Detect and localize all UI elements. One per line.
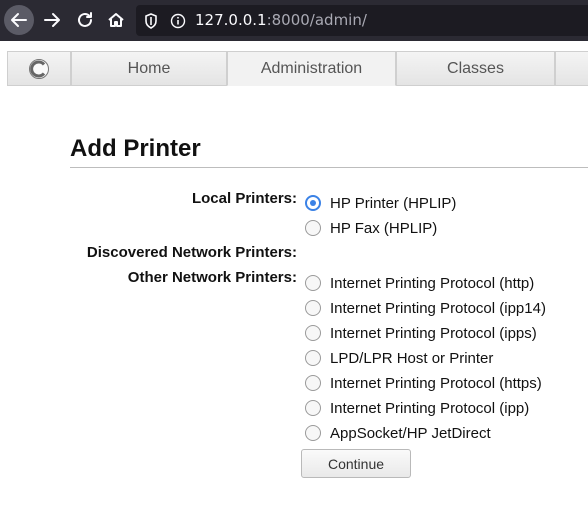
cups-logo[interactable] xyxy=(7,51,71,86)
option-label: Internet Printing Protocol (ipp14) xyxy=(330,299,546,317)
arrow-left-icon xyxy=(11,13,27,27)
cups-tabbar: Home Administration Classes xyxy=(0,51,588,86)
option-label: Internet Printing Protocol (http) xyxy=(330,274,535,292)
tab-classes[interactable]: Classes xyxy=(396,51,555,86)
title-divider xyxy=(70,167,588,168)
home-icon xyxy=(108,13,124,27)
cups-logo-icon xyxy=(29,58,49,79)
info-icon[interactable] xyxy=(170,5,186,36)
option-label: Internet Printing Protocol (https) xyxy=(330,374,542,392)
printer-option-ipp[interactable]: Internet Printing Protocol (ipp) xyxy=(305,398,529,418)
forward-button[interactable] xyxy=(37,5,67,35)
tab-administration[interactable]: Administration xyxy=(227,51,396,86)
other-printers-label: Other Network Printers: xyxy=(127,269,297,286)
radio-button[interactable] xyxy=(305,275,321,291)
back-button[interactable] xyxy=(4,5,34,35)
radio-button[interactable] xyxy=(305,400,321,416)
radio-button[interactable] xyxy=(305,425,321,441)
tracking-shield-icon[interactable] xyxy=(144,5,158,36)
local-printers-label: Local Printers: xyxy=(191,190,297,207)
radio-button[interactable] xyxy=(305,350,321,366)
url-path: :8000/admin/ xyxy=(266,11,367,29)
url-host: 127.0.0.1 xyxy=(195,11,267,29)
home-button[interactable] xyxy=(101,5,131,35)
option-label: Internet Printing Protocol (ipps) xyxy=(330,324,537,342)
continue-button[interactable]: Continue xyxy=(301,449,411,478)
option-label: AppSocket/HP JetDirect xyxy=(330,424,491,442)
option-label: LPD/LPR Host or Printer xyxy=(330,349,494,367)
discovered-printers-label: Discovered Network Printers: xyxy=(86,244,297,261)
tab-home[interactable]: Home xyxy=(71,51,227,86)
printer-option-ipp-http[interactable]: Internet Printing Protocol (http) xyxy=(305,273,534,293)
printer-option-hp-printer[interactable]: HP Printer (HPLIP) xyxy=(305,193,456,213)
printer-option-appsocket[interactable]: AppSocket/HP JetDirect xyxy=(305,423,491,443)
browser-toolbar: 127.0.0.1:8000/admin/ xyxy=(0,0,588,41)
radio-button[interactable] xyxy=(305,375,321,391)
tab-more[interactable] xyxy=(555,51,588,86)
reload-icon xyxy=(78,12,92,27)
radio-button[interactable] xyxy=(305,325,321,341)
address-bar[interactable]: 127.0.0.1:8000/admin/ xyxy=(136,5,588,36)
option-label: Internet Printing Protocol (ipp) xyxy=(330,399,530,417)
radio-button[interactable] xyxy=(305,195,321,211)
printer-option-ipps[interactable]: Internet Printing Protocol (ipps) xyxy=(305,323,537,343)
option-label: HP Fax (HPLIP) xyxy=(330,219,438,237)
radio-button[interactable] xyxy=(305,220,321,236)
printer-option-hp-fax[interactable]: HP Fax (HPLIP) xyxy=(305,218,437,238)
printer-option-lpd[interactable]: LPD/LPR Host or Printer xyxy=(305,348,493,368)
radio-button[interactable] xyxy=(305,300,321,316)
printer-option-ipp-https[interactable]: Internet Printing Protocol (https) xyxy=(305,373,542,393)
printer-option-ipp14[interactable]: Internet Printing Protocol (ipp14) xyxy=(305,298,546,318)
page-title: Add Printer xyxy=(70,135,201,162)
option-label: HP Printer (HPLIP) xyxy=(330,194,457,212)
reload-button[interactable] xyxy=(70,5,100,35)
arrow-right-icon xyxy=(44,13,60,27)
url-text: 127.0.0.1:8000/admin/ xyxy=(195,5,367,36)
